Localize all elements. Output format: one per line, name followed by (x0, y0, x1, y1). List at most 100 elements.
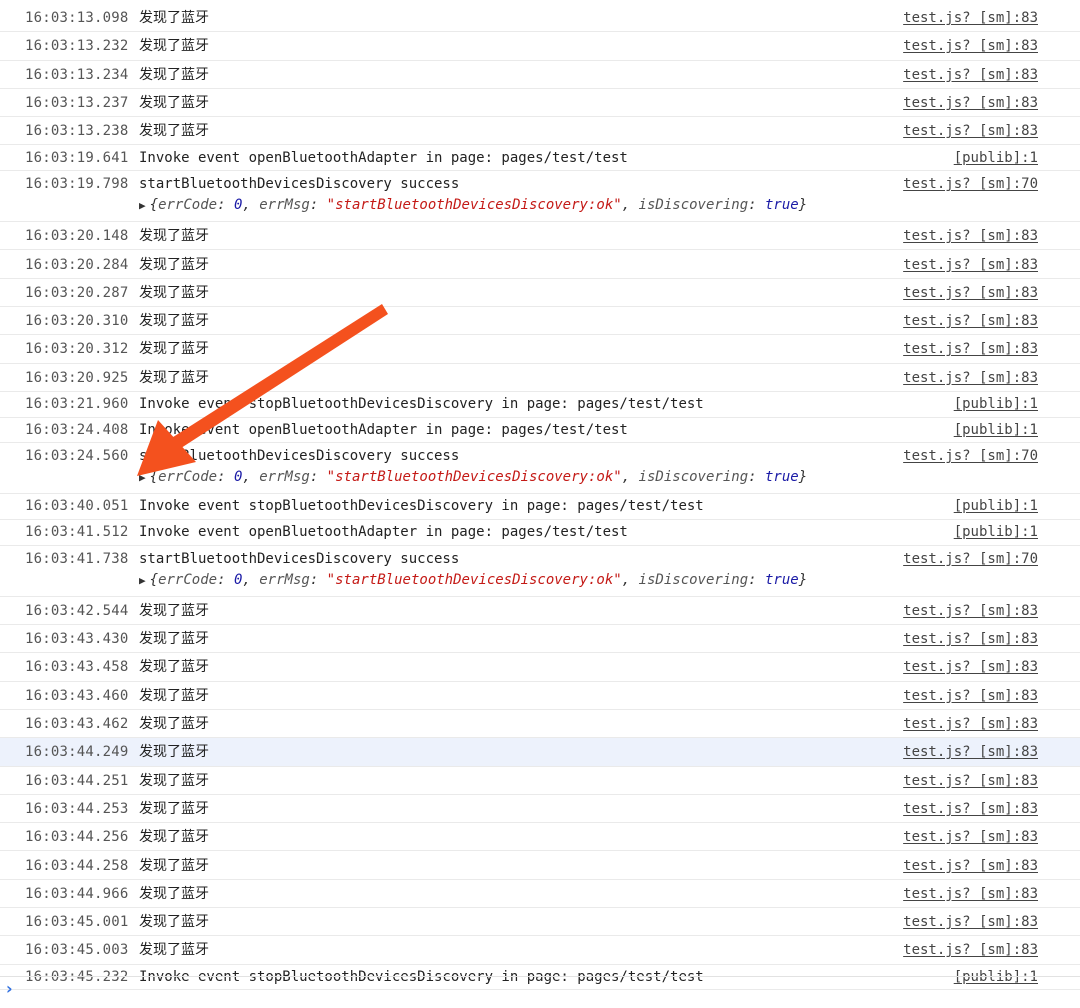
source-link[interactable]: test.js? [sm]:83 (903, 682, 1038, 710)
source-link[interactable]: test.js? [sm]:83 (903, 625, 1038, 653)
source-link[interactable]: test.js? [sm]:83 (903, 908, 1038, 936)
log-message: Invoke event stopBluetoothDevicesDiscove… (139, 498, 704, 515)
log-message: 发现了蓝牙 (139, 313, 209, 330)
source-link[interactable]: test.js? [sm]:83 (903, 61, 1038, 89)
source-link[interactable]: test.js? [sm]:83 (903, 653, 1038, 681)
console-log-row: 16:03:20.310 发现了蓝牙 test.js? [sm]:83 (0, 307, 1080, 336)
timestamp: 16:03:41.738 (25, 550, 129, 567)
console-prompt[interactable]: › (0, 976, 1080, 1008)
object-punctuation: { (149, 469, 159, 486)
source-link[interactable]: test.js? [sm]:83 (903, 738, 1038, 766)
source-link[interactable]: [publib]:1 (954, 418, 1038, 444)
object-preview[interactable]: ▶ {errCode: 0, errMsg: "startBluetoothDev… (139, 466, 807, 488)
object-preview[interactable]: ▶ {errCode: 0, errMsg: "startBluetoothDev… (139, 569, 807, 591)
timestamp: 16:03:13.098 (25, 10, 129, 26)
log-message: 发现了蓝牙 (139, 744, 209, 761)
log-message: 发现了蓝牙 (139, 631, 209, 648)
log-message: Invoke event openBluetoothAdapter in pag… (139, 524, 628, 541)
timestamp: 16:03:41.512 (25, 524, 129, 541)
object-punctuation: { (149, 571, 159, 588)
console-log-row: 16:03:13.238 发现了蓝牙 test.js? [sm]:83 (0, 117, 1080, 146)
source-link[interactable]: test.js? [sm]:83 (903, 795, 1038, 823)
console-object-row: 16:03:41.738 startBluetoothDevicesDiscove… (0, 545, 1080, 597)
object-punctuation: : (217, 469, 234, 486)
object-preview[interactable]: ▶ {errCode: 0, errMsg: "startBluetoothDev… (139, 194, 807, 216)
object-boolean-value: true (764, 197, 799, 214)
source-link[interactable]: test.js? [sm]:83 (903, 279, 1038, 307)
expand-triangle-icon[interactable]: ▶ (139, 574, 146, 587)
log-message: 发现了蓝牙 (139, 341, 209, 358)
log-message: 发现了蓝牙 (139, 857, 209, 874)
timestamp: 16:03:13.234 (25, 66, 129, 83)
object-punctuation: : (309, 571, 327, 588)
console-log-row: 16:03:13.234 发现了蓝牙 test.js? [sm]:83 (0, 60, 1080, 89)
source-link[interactable]: test.js? [sm]:83 (903, 936, 1038, 964)
console-log-row: 16:03:43.462 发现了蓝牙 test.js? [sm]:83 (0, 710, 1080, 739)
log-message: 发现了蓝牙 (139, 914, 209, 931)
object-punctuation: , (621, 469, 639, 486)
console-input[interactable] (24, 981, 1068, 1005)
console-log-row: 16:03:44.251 发现了蓝牙 test.js? [sm]:83 (0, 766, 1080, 795)
source-link[interactable]: [publib]:1 (954, 494, 1038, 520)
console-log-row: 16:03:43.460 发现了蓝牙 test.js? [sm]:83 (0, 681, 1080, 710)
object-key: errCode (158, 469, 218, 486)
source-link[interactable]: test.js? [sm]:83 (903, 710, 1038, 738)
source-link[interactable]: test.js? [sm]:83 (903, 364, 1038, 392)
source-link[interactable]: test.js? [sm]:83 (903, 251, 1038, 279)
log-message: 发现了蓝牙 (139, 659, 209, 676)
object-punctuation: } (798, 571, 808, 588)
timestamp: 16:03:20.925 (25, 369, 129, 386)
source-link[interactable]: test.js? [sm]:83 (903, 89, 1038, 117)
source-link[interactable]: test.js? [sm]:83 (903, 852, 1038, 880)
source-link[interactable]: test.js? [sm]:83 (903, 597, 1038, 625)
timestamp: 16:03:20.284 (25, 256, 129, 273)
object-punctuation: , (242, 571, 260, 588)
object-punctuation: , (621, 571, 639, 588)
object-punctuation: , (242, 469, 260, 486)
console-log-row: 16:03:20.312 发现了蓝牙 test.js? [sm]:83 (0, 335, 1080, 364)
source-link[interactable]: [publib]:1 (954, 520, 1038, 546)
timestamp: 16:03:42.544 (25, 602, 129, 619)
expand-triangle-icon[interactable]: ▶ (139, 471, 146, 484)
source-link[interactable]: test.js? [sm]:83 (903, 767, 1038, 795)
timestamp: 16:03:43.458 (25, 659, 129, 676)
log-message: 发现了蓝牙 (139, 942, 209, 959)
source-link[interactable]: test.js? [sm]:83 (903, 222, 1038, 250)
object-punctuation: } (798, 469, 808, 486)
object-boolean-value: true (764, 469, 799, 486)
object-string-value: "startBluetoothDevicesDiscovery:ok" (326, 469, 622, 486)
object-punctuation: } (798, 197, 808, 214)
timestamp: 16:03:43.430 (25, 631, 129, 648)
console-log-row: 16:03:13.232 发现了蓝牙 test.js? [sm]:83 (0, 32, 1080, 61)
log-message: 发现了蓝牙 (139, 66, 209, 83)
expand-triangle-icon[interactable]: ▶ (139, 199, 146, 212)
console-log-row: 16:03:13.237 发现了蓝牙 test.js? [sm]:83 (0, 88, 1080, 118)
console-object-row: 16:03:24.560 startBluetoothDevicesDiscove… (0, 443, 1080, 495)
console-log-row: 16:03:43.458 发现了蓝牙 test.js? [sm]:83 (0, 653, 1080, 682)
source-link[interactable]: test.js? [sm]:83 (903, 823, 1038, 851)
source-link[interactable]: test.js? [sm]:83 (903, 32, 1038, 60)
source-link[interactable]: test.js? [sm]:83 (903, 880, 1038, 908)
source-link[interactable]: test.js? [sm]:83 (903, 117, 1038, 145)
log-message: 发现了蓝牙 (139, 885, 209, 902)
timestamp: 16:03:40.051 (25, 498, 129, 515)
timestamp: 16:03:44.249 (25, 744, 129, 761)
source-link[interactable]: test.js? [sm]:70 (903, 546, 1038, 572)
source-link[interactable]: test.js? [sm]:70 (903, 443, 1038, 469)
timestamp: 16:03:43.460 (25, 687, 129, 704)
log-message: 发现了蓝牙 (139, 687, 209, 704)
object-key: isDiscovering (638, 571, 749, 588)
object-punctuation: : (748, 197, 765, 214)
source-link[interactable]: [publib]:1 (954, 392, 1038, 418)
source-link[interactable]: [publib]:1 (954, 146, 1038, 172)
timestamp: 16:03:13.232 (25, 38, 129, 55)
log-message: 发现了蓝牙 (139, 772, 209, 789)
console-log-row: 16:03:20.287 发现了蓝牙 test.js? [sm]:83 (0, 278, 1080, 308)
timestamp: 16:03:19.641 (25, 149, 129, 166)
source-link[interactable]: test.js? [sm]:83 (903, 307, 1038, 335)
source-link[interactable]: test.js? [sm]:83 (903, 335, 1038, 363)
object-punctuation: : (748, 571, 765, 588)
source-link[interactable]: test.js? [sm]:83 (903, 4, 1038, 32)
source-link[interactable]: test.js? [sm]:70 (903, 171, 1038, 197)
console-panel: 16:03:13.098 发现了蓝牙 test.js? [sm]:83 16:03:1… (0, 0, 1080, 1008)
